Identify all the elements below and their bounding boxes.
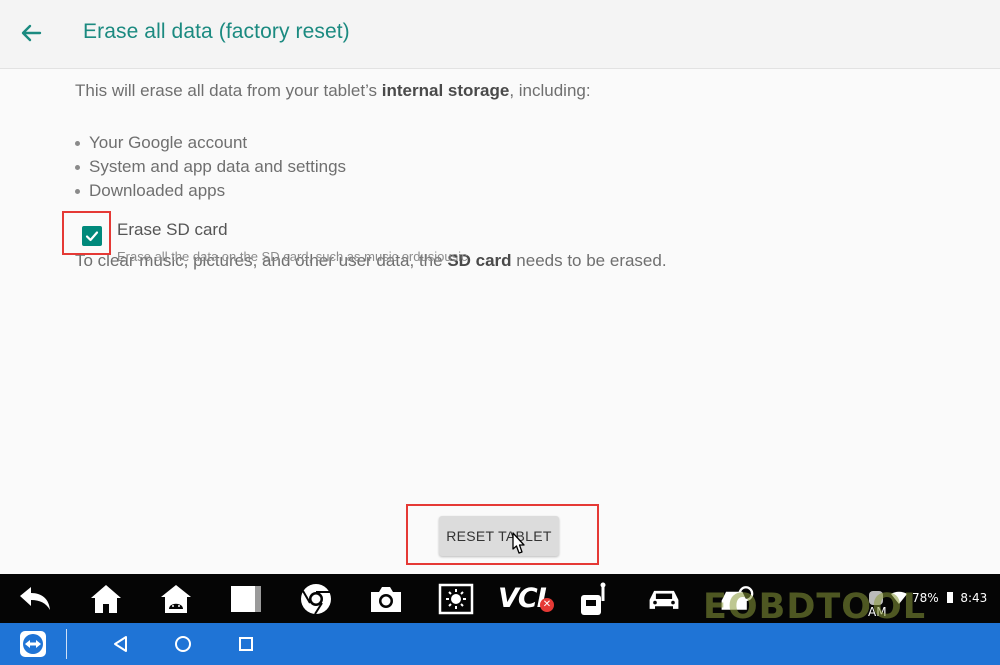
- camera-icon[interactable]: [368, 581, 404, 617]
- reset-tablet-button[interactable]: RESET TABLET: [439, 516, 559, 556]
- vci-label[interactable]: VCI: [498, 583, 547, 614]
- back-arrow-icon[interactable]: [18, 20, 44, 46]
- system-nav-bar: [0, 623, 1000, 665]
- intro-text-bold: internal storage: [381, 81, 510, 100]
- window-icon[interactable]: [228, 581, 264, 617]
- sd-notice-end: needs to be erased.: [511, 251, 667, 270]
- list-item: Downloaded apps: [75, 179, 346, 203]
- vci-disconnected-icon: ✕: [540, 598, 554, 612]
- list-item: Your Google account: [75, 131, 346, 155]
- diagnostic-tool-icon[interactable]: [575, 581, 611, 617]
- app-bar: Erase all data (factory reset): [0, 0, 1000, 69]
- battery-icon: [946, 592, 953, 603]
- nav-home-icon[interactable]: [169, 630, 197, 658]
- car-icon[interactable]: [646, 581, 682, 617]
- page-title: Erase all data (factory reset): [83, 20, 350, 43]
- chrome-icon[interactable]: [298, 581, 334, 617]
- mouse-cursor-icon: [508, 531, 528, 564]
- nav-divider: [66, 629, 67, 659]
- android-home-icon[interactable]: [158, 581, 194, 617]
- nav-recents-icon[interactable]: [232, 630, 260, 658]
- home-icon[interactable]: [88, 581, 124, 617]
- back-icon[interactable]: [17, 581, 53, 617]
- intro-text-start: This will erase all data from your table…: [75, 81, 382, 100]
- intro-text-end: , including:: [509, 81, 591, 100]
- erase-items-list: Your Google account System and app data …: [75, 131, 346, 203]
- erase-sd-label[interactable]: Erase SD card: [117, 220, 228, 240]
- teamviewer-icon[interactable]: [18, 629, 48, 659]
- watermark-logo: EOBDTOOL: [703, 587, 927, 627]
- checkmark-icon: [85, 231, 99, 242]
- intro-text: This will erase all data from your table…: [75, 81, 591, 101]
- brightness-icon[interactable]: [438, 581, 474, 617]
- erase-sd-description: Erase all the data on the SD card, such …: [117, 249, 468, 264]
- nav-back-icon[interactable]: [107, 630, 135, 658]
- list-item: System and app data and settings: [75, 155, 346, 179]
- main-content: This will erase all data from your table…: [0, 69, 1000, 574]
- erase-sd-checkbox[interactable]: [82, 226, 102, 246]
